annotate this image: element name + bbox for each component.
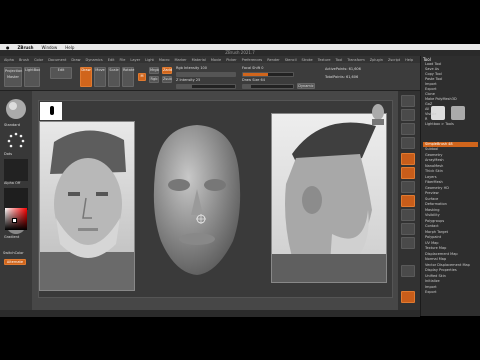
rgb-intensity-slider[interactable]	[176, 72, 236, 77]
main-menu-item[interactable]: Light	[145, 58, 154, 62]
lightbox-button[interactable]: LightBox	[24, 67, 40, 87]
projection-master-button[interactable]: Projection Master	[4, 67, 22, 87]
alpha-label: Alpha Off	[4, 181, 21, 185]
main-menu-item[interactable]: File	[120, 58, 126, 62]
focal-shift-label: Focal Shift 0	[242, 66, 264, 70]
rotate-view-button[interactable]	[401, 237, 415, 249]
main-menu: Alpha Brush Color Document Draw Dynamics Edit F…	[0, 56, 420, 63]
main-menu-item[interactable]: Macro	[159, 58, 170, 62]
menu-help[interactable]: Help	[65, 45, 74, 50]
focal-shift-slider[interactable]	[242, 72, 294, 77]
main-menu-item[interactable]: Render	[267, 58, 279, 62]
local-button[interactable]	[401, 181, 415, 193]
main-menu-item[interactable]: Transform	[347, 58, 364, 62]
tool-palette-item[interactable]: Lightbox > Tools	[423, 122, 478, 127]
color-picker-icon[interactable]	[5, 208, 27, 230]
main-menu-item[interactable]: Help	[405, 58, 413, 62]
draw-button[interactable]: Draw	[80, 67, 92, 87]
main-menu-item[interactable]: Material	[192, 58, 206, 62]
mrgb-button[interactable]: M	[138, 73, 146, 81]
main-menu-item[interactable]: Stencil	[285, 58, 297, 62]
active-points: ActivePoints: 61,606	[325, 67, 361, 71]
total-points: TotalPoints: 61,606	[325, 75, 359, 79]
reference-photo-front	[39, 121, 135, 291]
head-sculpt-icon[interactable]	[147, 123, 247, 278]
scale-button[interactable]: Scale	[108, 67, 120, 87]
secondary-color-swatch[interactable]	[12, 218, 17, 223]
zoom3d-button[interactable]	[401, 223, 415, 235]
main-menu-item[interactable]: Alpha	[4, 58, 14, 62]
spix-button[interactable]	[401, 109, 415, 121]
mrgb-toggle[interactable]: Mrgb	[149, 67, 159, 74]
gradient-label: Gradient	[4, 235, 20, 239]
zadd-toggle[interactable]: Zadd	[162, 67, 172, 74]
stroke-icon[interactable]	[4, 131, 28, 151]
main-menu-item[interactable]: Zscript	[388, 58, 400, 62]
main-menu-item[interactable]: Picker	[226, 58, 236, 62]
reference-photo-profile	[271, 113, 387, 283]
z-intensity-label: Z Intensity 25	[176, 78, 201, 82]
main-menu-item[interactable]: Texture	[318, 58, 331, 62]
switch-color-label[interactable]: SwitchColor	[3, 251, 24, 256]
alternate-button[interactable]: Alternate	[4, 259, 26, 265]
main-menu-item[interactable]: Color	[34, 58, 43, 62]
draw-size-label: Draw Size 64	[242, 78, 266, 82]
view-navigator[interactable]	[369, 103, 387, 127]
rotate-button[interactable]: Rotate	[122, 67, 134, 87]
scroll-button[interactable]	[401, 123, 415, 135]
document-canvas[interactable]	[38, 100, 393, 298]
alpha-icon[interactable]	[4, 159, 28, 181]
bottom-shelf	[0, 310, 420, 317]
main-menu-item[interactable]: Draw	[71, 58, 80, 62]
rgb-toggle[interactable]: Rgb	[149, 76, 159, 83]
frame-button[interactable]	[401, 195, 415, 207]
apple-icon[interactable]: ●	[6, 45, 10, 50]
stroke-label: Dots	[4, 152, 13, 156]
solo-button[interactable]	[401, 291, 415, 303]
zsub-toggle[interactable]: Zsub	[162, 76, 172, 83]
main-menu-item[interactable]: Document	[48, 58, 66, 62]
persp-button[interactable]	[401, 153, 415, 165]
top-shelf: Projection Master LightBox Edit Draw Mov…	[0, 63, 420, 91]
brush-label: Standard	[4, 123, 20, 127]
main-menu-item[interactable]: Movie	[211, 58, 221, 62]
move-button[interactable]: Move	[94, 67, 106, 87]
polyf-button[interactable]	[401, 265, 415, 277]
brush-icon[interactable]	[4, 97, 28, 121]
main-menu-item[interactable]: Preferences	[242, 58, 263, 62]
main-menu-item[interactable]: Zplugin	[370, 58, 383, 62]
main-menu-item[interactable]: Stroke	[302, 58, 313, 62]
main-menu-item[interactable]: Marker	[175, 58, 187, 62]
draw-size-slider[interactable]	[242, 84, 294, 89]
main-menu-item[interactable]: Edit	[108, 58, 115, 62]
main-menu-item[interactable]: Brush	[19, 58, 29, 62]
rgb-intensity-label: Rgb Intensity 100	[176, 66, 208, 70]
bpr-button[interactable]	[401, 95, 415, 107]
dynamic-button[interactable]: Dynamic	[297, 83, 315, 89]
main-menu-item[interactable]: Layer	[130, 58, 140, 62]
main-menu-item[interactable]: Tool	[336, 58, 343, 62]
z-intensity-slider[interactable]	[176, 84, 236, 89]
menu-window[interactable]: Window	[42, 45, 58, 50]
alpha-preview	[40, 102, 62, 120]
zoom-button[interactable]	[401, 137, 415, 149]
main-menu-item[interactable]: Dynamics	[86, 58, 103, 62]
menu-app[interactable]: ZBrush	[18, 45, 34, 50]
left-shelf: Standard Dots Alpha Off Gradient SwitchC…	[0, 91, 32, 316]
texture-icon[interactable]	[4, 188, 28, 210]
move-view-button[interactable]	[401, 209, 415, 221]
floor-button[interactable]	[401, 167, 415, 179]
edit-button[interactable]: Edit	[50, 67, 72, 79]
tool-palette-item[interactable]: Export	[423, 290, 478, 296]
